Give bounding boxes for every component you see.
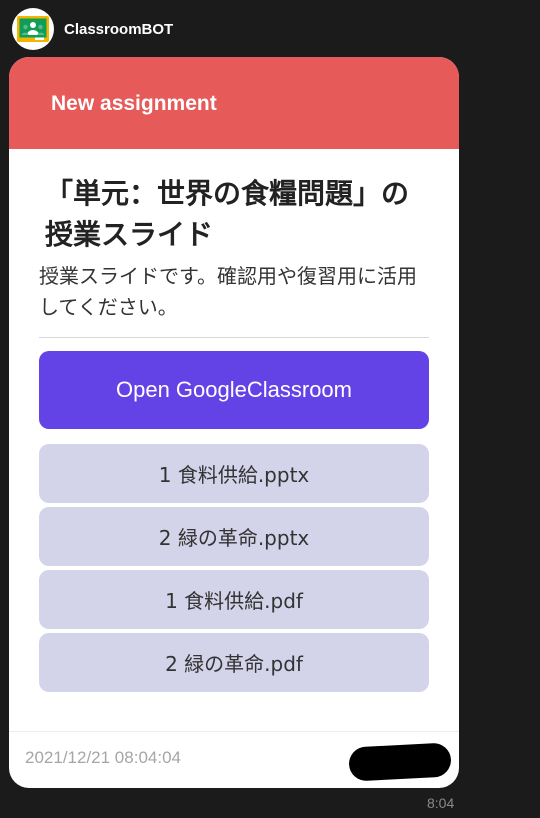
assignment-card: New assignment 「単元：世界の食糧問題」の授業スライド 授業スライ… [9,57,459,788]
footer-timestamp: 2021/12/21 08:04:04 [25,748,181,767]
card-footer: 2021/12/21 08:04:04 [9,731,459,788]
assignment-description: 授業スライドです。確認用や復習用に活用してください。 [39,264,417,319]
open-google-classroom-button[interactable]: Open GoogleClassroom [39,351,429,429]
sender-avatar[interactable] [12,8,54,50]
message-sender: ClassroomBOT [12,8,173,50]
message-time: 8:04 [427,795,455,811]
divider [39,337,429,338]
file-button[interactable]: 2 緑の革命.pptx [39,507,429,566]
file-button[interactable]: 2 緑の革命.pdf [39,633,429,692]
sender-name: ClassroomBOT [64,20,174,38]
assignment-title: 「単元：世界の食糧問題」の授業スライド [45,177,410,251]
card-header: New assignment [9,57,459,149]
file-button[interactable]: 1 食料供給.pdf [39,570,429,629]
file-button[interactable]: 1 食料供給.pptx [39,444,429,503]
google-classroom-icon [17,16,49,42]
redacted-area [348,742,452,782]
card-body: 「単元：世界の食糧問題」の授業スライド 授業スライドです。確認用や復習用に活用し… [9,149,459,692]
